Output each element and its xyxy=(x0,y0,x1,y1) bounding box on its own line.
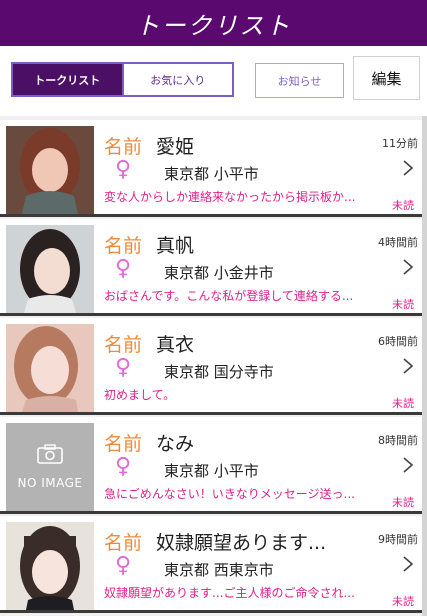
avatar xyxy=(6,126,94,214)
segmented-control: トークリスト お気に入り xyxy=(11,62,234,97)
avatar xyxy=(6,324,94,412)
location: 東京都 西東京市 xyxy=(164,561,274,579)
name-label: 名前 xyxy=(104,235,143,257)
location: 東京都 国分寺市 xyxy=(164,363,274,381)
tab-bar: トークリスト お気に入り お知らせ 編集 xyxy=(0,46,427,116)
message-preview: おばさんです。こんな私が登録して連絡する... xyxy=(104,289,354,303)
avatar-placeholder: NO IMAGE xyxy=(6,423,94,511)
timestamp: 4時間前 xyxy=(378,236,418,249)
name-label: 名前 xyxy=(104,532,143,554)
location: 東京都 小金井市 xyxy=(164,264,274,282)
female-icon: ♀ xyxy=(115,454,132,479)
unread-badge: 未読 xyxy=(392,397,414,410)
chevron-right-icon xyxy=(403,160,414,176)
user-name: 真帆 xyxy=(156,235,195,257)
message-preview: 初めまして。 xyxy=(104,388,176,402)
unread-badge: 未読 xyxy=(392,496,414,509)
chevron-right-icon xyxy=(403,556,414,572)
list-item[interactable]: NO IMAGE 名前 なみ 8時間前 ♀ 東京都 小平市 急にごめんなさい！い… xyxy=(0,417,422,514)
avatar xyxy=(6,225,94,313)
female-icon: ♀ xyxy=(115,256,132,281)
user-name: 真衣 xyxy=(156,334,195,356)
talk-list: 名前 愛姫 11分前 ♀ 東京都 小平市 変な人からしか連絡来なかったから掲示板… xyxy=(0,116,427,616)
message-preview: 奴隷願望があります...ご主人様のご命令され... xyxy=(104,586,355,600)
timestamp: 11分前 xyxy=(382,137,418,150)
no-image-label: NO IMAGE xyxy=(17,476,83,490)
page-title: トークリスト xyxy=(135,11,292,40)
name-label: 名前 xyxy=(104,334,143,356)
list-item[interactable]: 名前 真衣 6時間前 ♀ 東京都 国分寺市 初めまして。 未読 xyxy=(0,318,422,415)
user-name: 奴隷願望あります... xyxy=(156,532,327,554)
message-preview: 変な人からしか連絡来なかったから掲示板か... xyxy=(104,190,356,204)
chevron-right-icon xyxy=(403,259,414,275)
location: 東京都 小平市 xyxy=(164,165,259,183)
message-preview: 急にごめんなさい！いきなりメッセージ送っ... xyxy=(104,487,355,501)
unread-badge: 未読 xyxy=(392,595,414,608)
timestamp: 6時間前 xyxy=(378,335,418,348)
female-icon: ♀ xyxy=(115,355,132,380)
user-name: なみ xyxy=(156,433,195,455)
avatar xyxy=(6,522,94,610)
name-label: 名前 xyxy=(104,136,143,158)
camera-icon xyxy=(37,444,63,464)
chevron-right-icon xyxy=(403,457,414,473)
tab-favorites[interactable]: お気に入り xyxy=(121,64,232,95)
female-icon: ♀ xyxy=(115,553,132,578)
app-header: トークリスト xyxy=(0,0,427,46)
female-icon: ♀ xyxy=(115,157,132,182)
location: 東京都 小平市 xyxy=(164,462,259,480)
unread-badge: 未読 xyxy=(392,298,414,311)
user-name: 愛姫 xyxy=(156,136,195,158)
tab-talk-list[interactable]: トークリスト xyxy=(13,64,122,95)
list-item[interactable]: 名前 奴隷願望あります... 9時間前 ♀ 東京都 西東京市 奴隷願望があります… xyxy=(0,516,422,613)
scrollbar[interactable] xyxy=(422,116,427,616)
list-item[interactable]: 名前 愛姫 11分前 ♀ 東京都 小平市 変な人からしか連絡来なかったから掲示板… xyxy=(0,120,422,217)
unread-badge: 未読 xyxy=(392,199,414,212)
edit-button[interactable]: 編集 xyxy=(353,56,420,100)
name-label: 名前 xyxy=(104,433,143,455)
timestamp: 8時間前 xyxy=(378,434,418,447)
list-item[interactable]: 名前 真帆 4時間前 ♀ 東京都 小金井市 おばさんです。こんな私が登録して連絡… xyxy=(0,219,422,316)
chevron-right-icon xyxy=(403,358,414,374)
notice-button[interactable]: お知らせ xyxy=(255,63,344,98)
timestamp: 9時間前 xyxy=(378,533,418,546)
